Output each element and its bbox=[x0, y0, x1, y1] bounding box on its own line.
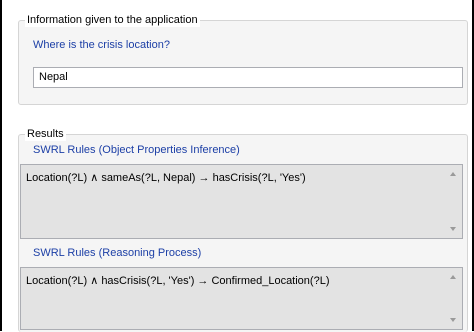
reasoning-process-scrollbar[interactable] bbox=[445, 268, 462, 329]
scroll-down-arrow-icon[interactable] bbox=[450, 227, 456, 231]
crisis-location-question-label: Where is the crisis location? bbox=[33, 39, 170, 51]
object-properties-scrollbar[interactable] bbox=[445, 165, 462, 238]
scroll-up-arrow-icon[interactable] bbox=[450, 275, 456, 279]
scroll-up-arrow-icon[interactable] bbox=[450, 172, 456, 176]
reasoning-rule-text: Location(?L) ∧ hasCrisis(?L, 'Yes') → Co… bbox=[26, 275, 330, 287]
object-properties-label: SWRL Rules (Object Properties Inference) bbox=[33, 144, 240, 156]
window-frame: Information given to the application Whe… bbox=[0, 0, 474, 332]
information-group-legend: Information given to the application bbox=[25, 14, 200, 27]
information-groupbox: Information given to the application Whe… bbox=[18, 14, 468, 105]
crisis-location-input[interactable]: Nepal bbox=[33, 67, 463, 88]
reasoning-process-label: SWRL Rules (Reasoning Process) bbox=[33, 247, 202, 259]
object-properties-textarea[interactable]: Location(?L) ∧ sameAs(?L, Nepal) → hasCr… bbox=[20, 164, 463, 239]
object-properties-rule-text: Location(?L) ∧ sameAs(?L, Nepal) → hasCr… bbox=[26, 172, 306, 184]
results-group-legend: Results bbox=[25, 128, 66, 141]
reasoning-process-textarea[interactable]: Location(?L) ∧ hasCrisis(?L, 'Yes') → Co… bbox=[20, 267, 463, 330]
scroll-down-arrow-icon[interactable] bbox=[450, 318, 456, 322]
results-groupbox: Results SWRL Rules (Object Properties In… bbox=[18, 128, 468, 332]
